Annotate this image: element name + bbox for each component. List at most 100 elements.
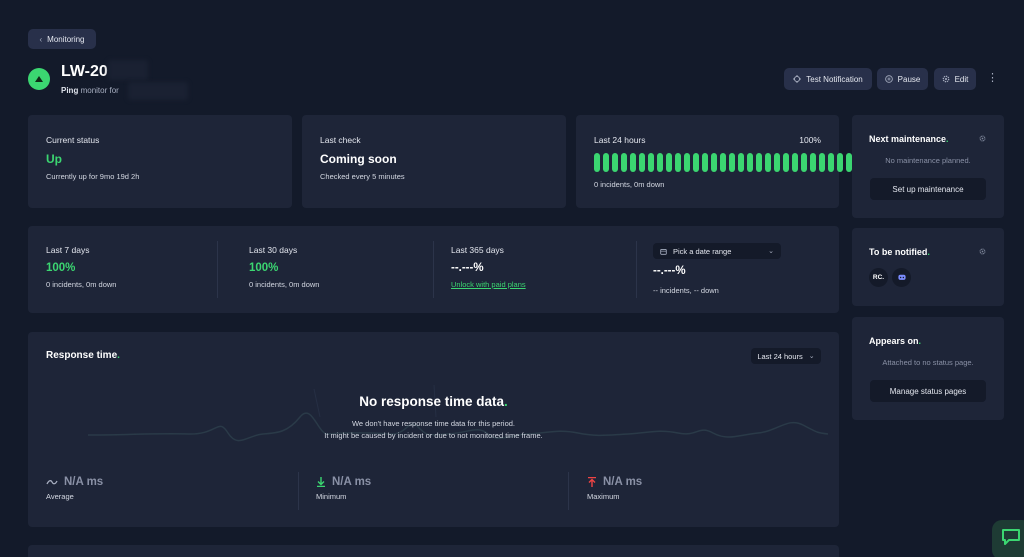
period-label: Last 30 days bbox=[249, 245, 298, 255]
date-range-detail: -- incidents, -- down bbox=[653, 286, 719, 295]
last-24-hours-card: Last 24 hours 100% 0 incidents, 0m down bbox=[576, 115, 861, 208]
maintenance-title-text: Next maintenance bbox=[869, 134, 947, 144]
crosshair-icon bbox=[793, 75, 802, 83]
period-value: 100% bbox=[249, 262, 279, 274]
chat-icon bbox=[1002, 529, 1020, 545]
empty-state-line-2: It might be caused by incident or due to… bbox=[324, 431, 543, 440]
uptime-bar[interactable] bbox=[675, 153, 681, 172]
uptime-bar[interactable] bbox=[783, 153, 789, 172]
appears-empty: Attached to no status page. bbox=[882, 358, 974, 367]
chat-widget-button[interactable] bbox=[992, 520, 1024, 557]
response-range-select[interactable]: Last 24 hours ⌄ bbox=[751, 348, 821, 364]
response-time-title-text: Response time bbox=[46, 350, 118, 361]
period-label: Last 365 days bbox=[451, 245, 504, 255]
date-range-value: --.---% bbox=[653, 265, 686, 277]
manage-status-pages-button[interactable]: Manage status pages bbox=[870, 380, 986, 402]
integration-avatar[interactable] bbox=[892, 268, 911, 287]
empty-state-line-1: We don't have response time data for thi… bbox=[351, 419, 516, 428]
uptime-bar[interactable] bbox=[738, 153, 744, 172]
empty-state-title: No response time data. bbox=[28, 394, 839, 409]
discord-icon bbox=[897, 274, 906, 280]
monitor-type: Ping bbox=[61, 86, 79, 95]
next-section-card bbox=[28, 545, 839, 557]
target-redaction bbox=[128, 82, 188, 100]
uptime-bar[interactable] bbox=[603, 153, 609, 172]
uptime-bar[interactable] bbox=[711, 153, 717, 172]
appears-title: Appears on. bbox=[869, 336, 921, 346]
uptime-bar[interactable] bbox=[621, 153, 627, 172]
uptime-bar[interactable] bbox=[666, 153, 672, 172]
back-to-monitoring-button[interactable]: ‹ Monitoring bbox=[28, 29, 96, 49]
period-365-days: Last 365 days --.---% Unlock with paid p… bbox=[451, 245, 526, 289]
uptime-bar[interactable] bbox=[828, 153, 834, 172]
set-up-maintenance-button[interactable]: Set up maintenance bbox=[870, 178, 986, 200]
uptime-bar[interactable] bbox=[792, 153, 798, 172]
monitor-subtitle: Ping monitor for bbox=[61, 86, 119, 95]
response-range-label: Last 24 hours bbox=[757, 351, 803, 361]
arrow-up-icon bbox=[588, 477, 596, 487]
uptime-bar[interactable] bbox=[810, 153, 816, 172]
date-range-label: Pick a date range bbox=[673, 246, 732, 256]
status-up-indicator bbox=[28, 68, 50, 90]
gear-icon[interactable] bbox=[979, 248, 986, 255]
uptime-bar[interactable] bbox=[684, 153, 690, 172]
avatar[interactable]: RC. bbox=[869, 268, 888, 287]
average-icon bbox=[46, 479, 58, 484]
maximum-value: N/A ms bbox=[603, 476, 643, 488]
back-label: Monitoring bbox=[47, 34, 85, 44]
minimum-label: Minimum bbox=[316, 492, 347, 501]
last-check-card: Last check Coming soon Checked every 5 m… bbox=[302, 115, 566, 208]
chevron-left-icon: ‹ bbox=[39, 34, 43, 44]
uptime-bar[interactable] bbox=[594, 153, 600, 172]
last-24-hours-label: Last 24 hours bbox=[594, 135, 646, 145]
uptime-bar[interactable] bbox=[756, 153, 762, 172]
uptime-bar[interactable] bbox=[630, 153, 636, 172]
uptime-bar[interactable] bbox=[774, 153, 780, 172]
average-label: Average bbox=[46, 492, 74, 501]
uptime-bar[interactable] bbox=[720, 153, 726, 172]
last-24-hours-percent: 100% bbox=[799, 135, 821, 145]
divider bbox=[568, 472, 569, 510]
more-options-button[interactable]: ⋮ bbox=[987, 71, 998, 84]
empty-title-text: No response time data bbox=[359, 394, 505, 409]
edit-button[interactable]: Edit bbox=[934, 68, 976, 90]
last-check-label: Last check bbox=[320, 135, 361, 145]
minimum-stat: N/A ms Minimum bbox=[316, 476, 371, 501]
uptime-bar[interactable] bbox=[819, 153, 825, 172]
uptime-bar[interactable] bbox=[837, 153, 843, 172]
divider bbox=[298, 472, 299, 510]
uptime-bar[interactable] bbox=[747, 153, 753, 172]
pause-button[interactable]: Pause bbox=[877, 68, 928, 90]
title-dot: . bbox=[946, 134, 949, 144]
uptime-bar[interactable] bbox=[693, 153, 699, 172]
uptime-bar[interactable] bbox=[702, 153, 708, 172]
notified-title: To be notified. bbox=[869, 247, 930, 257]
maximum-label: Maximum bbox=[587, 492, 620, 501]
uptime-bar[interactable] bbox=[639, 153, 645, 172]
period-detail: 0 incidents, 0m down bbox=[249, 280, 320, 289]
average-value: N/A ms bbox=[64, 476, 104, 488]
chevron-down-icon: ⌄ bbox=[808, 353, 815, 360]
uptime-bar[interactable] bbox=[729, 153, 735, 172]
arrow-down-icon bbox=[317, 477, 325, 487]
period-value: --.---% bbox=[451, 262, 484, 274]
maximum-stat: N/A ms Maximum bbox=[587, 476, 642, 501]
last-24-hours-detail: 0 incidents, 0m down bbox=[594, 180, 665, 189]
monitor-subtitle-text: monitor for bbox=[80, 86, 119, 95]
to-be-notified-card: To be notified. RC. bbox=[852, 228, 1004, 306]
uptime-bar[interactable] bbox=[765, 153, 771, 172]
test-notification-button[interactable]: Test Notification bbox=[784, 68, 872, 90]
name-redaction bbox=[108, 60, 148, 80]
appears-on-card: Appears on. Attached to no status page. … bbox=[852, 317, 1004, 420]
unlock-paid-plans-link[interactable]: Unlock with paid plans bbox=[451, 280, 526, 289]
gear-icon bbox=[942, 75, 949, 83]
date-range-picker[interactable]: Pick a date range ⌄ bbox=[653, 243, 781, 259]
uptime-bar[interactable] bbox=[801, 153, 807, 172]
uptime-bar[interactable] bbox=[648, 153, 654, 172]
minimum-value: N/A ms bbox=[332, 476, 372, 488]
next-maintenance-card: Next maintenance. No maintenance planned… bbox=[852, 115, 1004, 218]
gear-icon[interactable] bbox=[979, 135, 986, 142]
uptime-bar[interactable] bbox=[612, 153, 618, 172]
title-dot: . bbox=[918, 336, 922, 346]
uptime-bar[interactable] bbox=[657, 153, 663, 172]
